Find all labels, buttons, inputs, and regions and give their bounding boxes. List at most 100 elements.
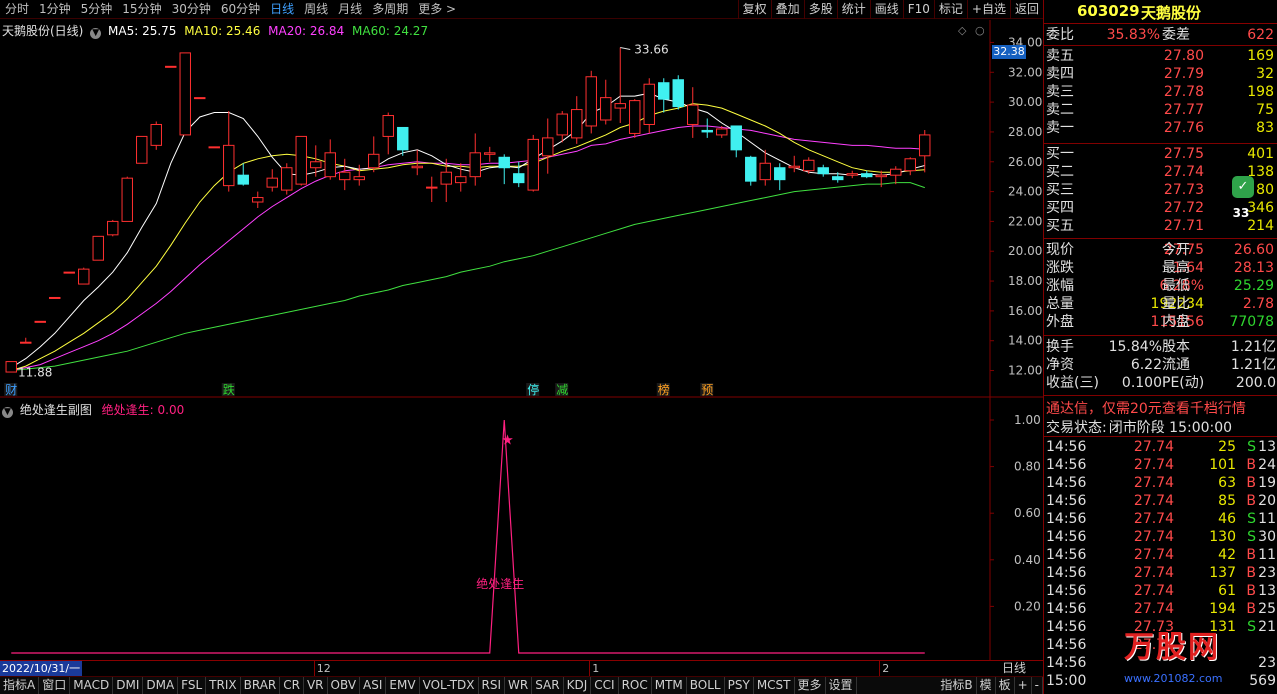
sub-indicator-chart[interactable]: 1.00 0.80 0.60 0.40 0.20 ★ 绝处逢生 ▼ 绝处逢生副图 绝处逢生:… bbox=[0, 398, 1043, 660]
period-label[interactable]: 日线 bbox=[1002, 661, 1026, 676]
chevron-down-icon[interactable]: ▼ bbox=[90, 28, 102, 39]
candle[interactable] bbox=[498, 154, 510, 185]
candle[interactable] bbox=[179, 52, 191, 136]
indicator-tab[interactable]: TRIX bbox=[206, 677, 241, 694]
toolbar-button[interactable]: 叠加 bbox=[770, 0, 804, 19]
indicator-tab[interactable]: 设置 bbox=[826, 677, 857, 694]
candle[interactable] bbox=[658, 78, 670, 113]
candle[interactable] bbox=[165, 65, 177, 68]
indicator-tab[interactable]: BOLL bbox=[687, 677, 725, 694]
bottom-right-button[interactable]: 板 bbox=[996, 677, 1015, 694]
check-icon[interactable]: ✓ bbox=[1232, 176, 1254, 198]
period-tab[interactable]: 30分钟 bbox=[167, 0, 216, 18]
candle[interactable] bbox=[78, 267, 90, 285]
indicator-tab[interactable]: EMV bbox=[386, 677, 420, 694]
period-tab[interactable]: 1分钟 bbox=[34, 0, 76, 18]
candle[interactable] bbox=[252, 191, 264, 208]
period-tab[interactable]: 分时 bbox=[0, 0, 34, 18]
candle[interactable] bbox=[382, 112, 394, 155]
indicator-tab[interactable]: SAR bbox=[532, 677, 564, 694]
candle[interactable] bbox=[194, 97, 206, 100]
candle[interactable] bbox=[223, 111, 235, 192]
candle[interactable] bbox=[49, 296, 61, 299]
toolbar-button[interactable]: F10 bbox=[902, 0, 934, 19]
candle[interactable] bbox=[266, 169, 278, 192]
toolbar-button[interactable]: 复权 bbox=[737, 0, 771, 19]
candle[interactable] bbox=[672, 75, 684, 110]
toolbar-button[interactable]: 返回 bbox=[1009, 0, 1043, 19]
candle[interactable] bbox=[63, 271, 75, 274]
indicator-tab[interactable]: VR bbox=[304, 677, 328, 694]
period-tab[interactable]: 月线 bbox=[333, 0, 367, 18]
indicator-tab[interactable]: MTM bbox=[652, 677, 687, 694]
event-marker[interactable]: 跌 bbox=[223, 382, 235, 397]
indicator-tab[interactable]: 更多 bbox=[795, 677, 826, 694]
candle[interactable] bbox=[237, 163, 249, 186]
candle[interactable] bbox=[136, 135, 148, 164]
event-marker[interactable]: 停 bbox=[527, 382, 539, 397]
candle[interactable] bbox=[687, 87, 699, 138]
indicator-tab[interactable]: MCST bbox=[754, 677, 795, 694]
kline-svg[interactable]: 34.0032.0030.0028.0026.0024.0022.0020.00… bbox=[0, 20, 1043, 398]
candle[interactable] bbox=[817, 164, 829, 177]
candle[interactable] bbox=[5, 361, 17, 373]
event-marker[interactable]: 财 bbox=[5, 383, 17, 397]
candle[interactable] bbox=[92, 235, 104, 261]
indicator-tab[interactable]: OBV bbox=[328, 677, 361, 694]
candle[interactable] bbox=[107, 219, 119, 237]
indicator-tab[interactable]: CR bbox=[280, 677, 304, 694]
candle[interactable] bbox=[585, 70, 597, 134]
candle[interactable] bbox=[353, 164, 365, 186]
period-tab[interactable]: 周线 bbox=[299, 0, 333, 18]
candle[interactable] bbox=[527, 134, 539, 192]
candle[interactable] bbox=[339, 158, 351, 191]
candle[interactable] bbox=[484, 146, 496, 162]
candle[interactable] bbox=[730, 125, 742, 158]
candle[interactable] bbox=[368, 136, 380, 173]
indicator-tab[interactable]: RSI bbox=[479, 677, 506, 694]
candle[interactable] bbox=[643, 78, 655, 134]
candle[interactable] bbox=[281, 163, 293, 195]
candle[interactable] bbox=[121, 176, 133, 222]
candle[interactable] bbox=[846, 170, 858, 179]
chevron-down-icon[interactable]: ▼ bbox=[2, 407, 13, 418]
toolbar-button[interactable]: 标记 bbox=[933, 0, 967, 19]
indicator-tab[interactable]: MACD bbox=[70, 677, 114, 694]
bottom-right-button[interactable]: 指标B bbox=[937, 677, 977, 694]
candle[interactable] bbox=[629, 99, 641, 138]
candle[interactable] bbox=[904, 157, 916, 176]
candle[interactable] bbox=[745, 155, 757, 186]
period-tab[interactable]: 15分钟 bbox=[117, 0, 166, 18]
sub-svg[interactable]: 1.00 0.80 0.60 0.40 0.20 ★ 绝处逢生 bbox=[0, 398, 1043, 660]
candle[interactable] bbox=[701, 118, 713, 138]
period-tab[interactable]: 60分钟 bbox=[216, 0, 265, 18]
kline-chart[interactable]: 34.00 32.00 30.00 28.00 26.00 24.00 22.00 20.00… bbox=[0, 20, 1043, 398]
toolbar-button[interactable]: 画线 bbox=[869, 0, 903, 19]
indicator-tab[interactable]: FSL bbox=[178, 677, 207, 694]
candle[interactable] bbox=[875, 170, 887, 188]
toolbar-button[interactable]: +自选 bbox=[966, 0, 1010, 19]
candle[interactable] bbox=[324, 139, 336, 180]
indicator-tab[interactable]: DMI bbox=[113, 677, 144, 694]
indicator-tab[interactable]: DMA bbox=[143, 677, 179, 694]
period-tab[interactable]: 5分钟 bbox=[76, 0, 118, 18]
event-marker[interactable]: 榜 bbox=[658, 382, 670, 397]
candle[interactable] bbox=[20, 337, 32, 344]
candle[interactable] bbox=[34, 320, 46, 323]
bottom-right-button[interactable]: - bbox=[1032, 677, 1043, 694]
indicator-tab[interactable]: 窗口 bbox=[39, 677, 71, 694]
indicator-tab[interactable]: WR bbox=[505, 677, 533, 694]
promo-link[interactable]: 通达信，仅需20元查看千档行情 bbox=[1046, 398, 1246, 418]
indicator-tab[interactable]: VOL-TDX bbox=[420, 677, 479, 694]
candle[interactable] bbox=[614, 47, 626, 123]
event-marker[interactable]: 预 bbox=[701, 383, 713, 397]
indicator-tab[interactable]: ASI bbox=[360, 677, 387, 694]
indicator-tab[interactable]: PSY bbox=[725, 677, 754, 694]
close-icon[interactable]: ○ bbox=[975, 24, 985, 37]
diamond-icon[interactable]: ◇ bbox=[958, 24, 966, 37]
candle[interactable] bbox=[150, 121, 162, 150]
candle[interactable] bbox=[861, 170, 873, 179]
candle[interactable] bbox=[455, 163, 467, 192]
candle[interactable] bbox=[295, 135, 307, 186]
period-tab[interactable]: 多周期 bbox=[367, 0, 413, 18]
